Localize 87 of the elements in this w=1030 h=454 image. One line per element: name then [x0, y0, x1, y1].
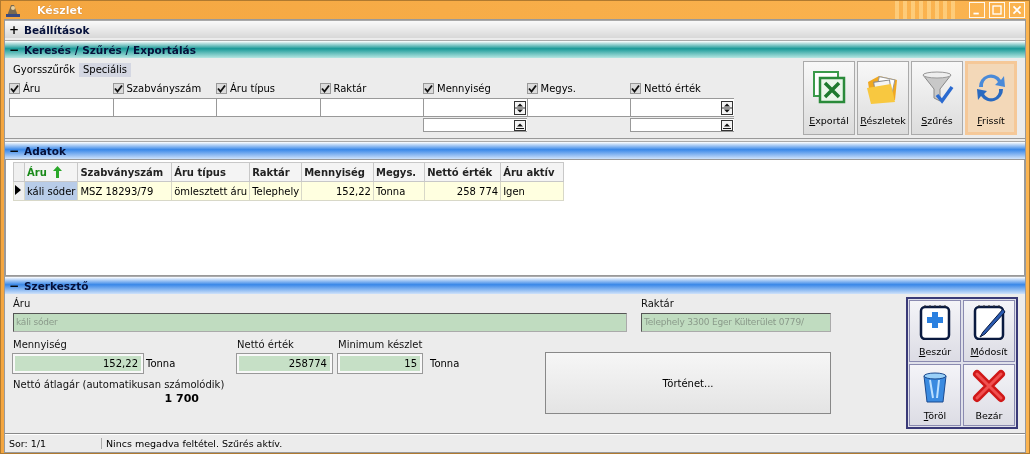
check-icon	[527, 84, 537, 93]
checkbox[interactable]	[216, 83, 227, 94]
filter-label: Nettó érték	[644, 83, 701, 94]
action-button[interactable]: Beszúr	[909, 300, 961, 362]
average-price-value: 1 700	[163, 392, 199, 405]
filter-icon	[919, 70, 955, 106]
column-header[interactable]: Szabványszám	[77, 162, 172, 182]
notepad-pen-icon	[971, 304, 1007, 340]
section-header[interactable]: − Adatok	[5, 141, 1025, 159]
section-header[interactable]: + Beállítások	[5, 20, 1025, 38]
section-title: Keresés / Szűrés / Exportálás	[24, 43, 196, 56]
spreadsheet-icon	[811, 70, 847, 106]
check-icon	[10, 84, 19, 93]
field-label: Nettó átlagár (automatikusan számolódik)	[13, 379, 226, 390]
column-header[interactable]: Áru	[24, 162, 78, 182]
filter-field[interactable]	[319, 98, 423, 117]
spinner-icon	[513, 100, 526, 115]
unit-label: Tonna	[146, 358, 176, 369]
column-header[interactable]: Mennyiség	[301, 162, 374, 182]
spinner-icon	[720, 100, 733, 115]
checkbox[interactable]	[319, 83, 331, 94]
filter-field[interactable]	[9, 98, 113, 117]
section-header[interactable]: − Szerkesztő	[5, 276, 1025, 294]
action-button[interactable]: Módosít	[963, 300, 1015, 362]
range-from-field[interactable]	[423, 98, 527, 117]
check-icon	[424, 84, 433, 93]
filter-label: Szabványszám	[126, 83, 202, 94]
status-text: Nincs megadva feltétel. Szűrés aktív.	[105, 438, 284, 449]
close-icon	[971, 368, 1007, 404]
spinner-icon	[513, 119, 526, 131]
filter-label: Raktár	[333, 83, 367, 94]
column-header[interactable]: Megys.	[373, 162, 425, 182]
filter-label: Áru	[23, 83, 41, 94]
app-icon	[5, 3, 21, 17]
check-icon	[113, 84, 123, 93]
column-header[interactable]: Áru aktív	[500, 162, 564, 182]
filter-label: Mennyiség	[437, 83, 491, 94]
checkbox[interactable]	[112, 83, 124, 94]
action-button[interactable]: Bezár	[963, 364, 1015, 426]
toolbar-button[interactable]: Frissít	[965, 61, 1017, 135]
checkbox[interactable]	[630, 83, 641, 94]
filter-field[interactable]	[216, 98, 320, 117]
section-title: Adatok	[24, 144, 66, 157]
column-header[interactable]: Nettó érték	[424, 162, 501, 182]
check-icon	[631, 84, 640, 93]
spinner-icon	[720, 119, 733, 131]
toolbar-button[interactable]: Szűrés	[911, 61, 963, 135]
checkbox[interactable]	[423, 83, 434, 94]
filter-field[interactable]	[526, 98, 630, 117]
unit-label: Tonna	[430, 358, 460, 369]
history-button[interactable]: Történet...	[545, 352, 831, 414]
range-to-field[interactable]	[630, 118, 734, 132]
filter-label: Megys.	[540, 83, 576, 94]
checkbox[interactable]	[526, 83, 538, 94]
filter-label: Áru típus	[230, 83, 276, 94]
check-icon	[320, 84, 330, 93]
toggle-glyph[interactable]: −	[9, 278, 18, 293]
field-label: Áru	[13, 298, 32, 309]
status-text: Sor: 1/1	[5, 438, 102, 449]
toggle-glyph[interactable]: −	[9, 143, 18, 158]
toolbar-button[interactable]: Exportál	[803, 61, 855, 135]
column-header[interactable]: Áru típus	[171, 162, 250, 182]
section-title: Beállítások	[24, 23, 90, 36]
toggle-glyph[interactable]: −	[9, 42, 18, 57]
notepad-plus-icon	[917, 304, 953, 340]
section-header[interactable]: − Keresés / Szűrés / Exportálás	[5, 40, 1025, 58]
checkbox[interactable]	[9, 83, 20, 94]
field-label: Raktár	[641, 298, 675, 309]
section-title: Szerkesztő	[24, 279, 89, 292]
toolbar-button[interactable]: Részletek	[857, 61, 909, 135]
window-title: Készlet	[37, 3, 83, 17]
min-stock-field[interactable]: 15	[338, 354, 422, 373]
column-header[interactable]: Raktár	[249, 162, 302, 182]
filter-field[interactable]	[112, 98, 216, 117]
field-label: Mennyiség	[13, 339, 68, 350]
title-decoration	[895, 1, 955, 19]
toggle-glyph[interactable]: +	[9, 22, 18, 37]
quantity-field[interactable]: 152,22	[13, 354, 143, 373]
action-button[interactable]: Töröl	[909, 364, 961, 426]
net-value-field[interactable]: 258774	[237, 354, 332, 373]
filter-tab[interactable]: Speciális	[78, 63, 131, 77]
field-label: Minimum készlet	[338, 339, 424, 350]
field-label: Nettó érték	[237, 339, 295, 350]
sort-up-icon	[52, 166, 62, 178]
range-from-field[interactable]	[630, 98, 734, 117]
check-icon	[217, 84, 226, 93]
range-to-field[interactable]	[423, 118, 527, 132]
